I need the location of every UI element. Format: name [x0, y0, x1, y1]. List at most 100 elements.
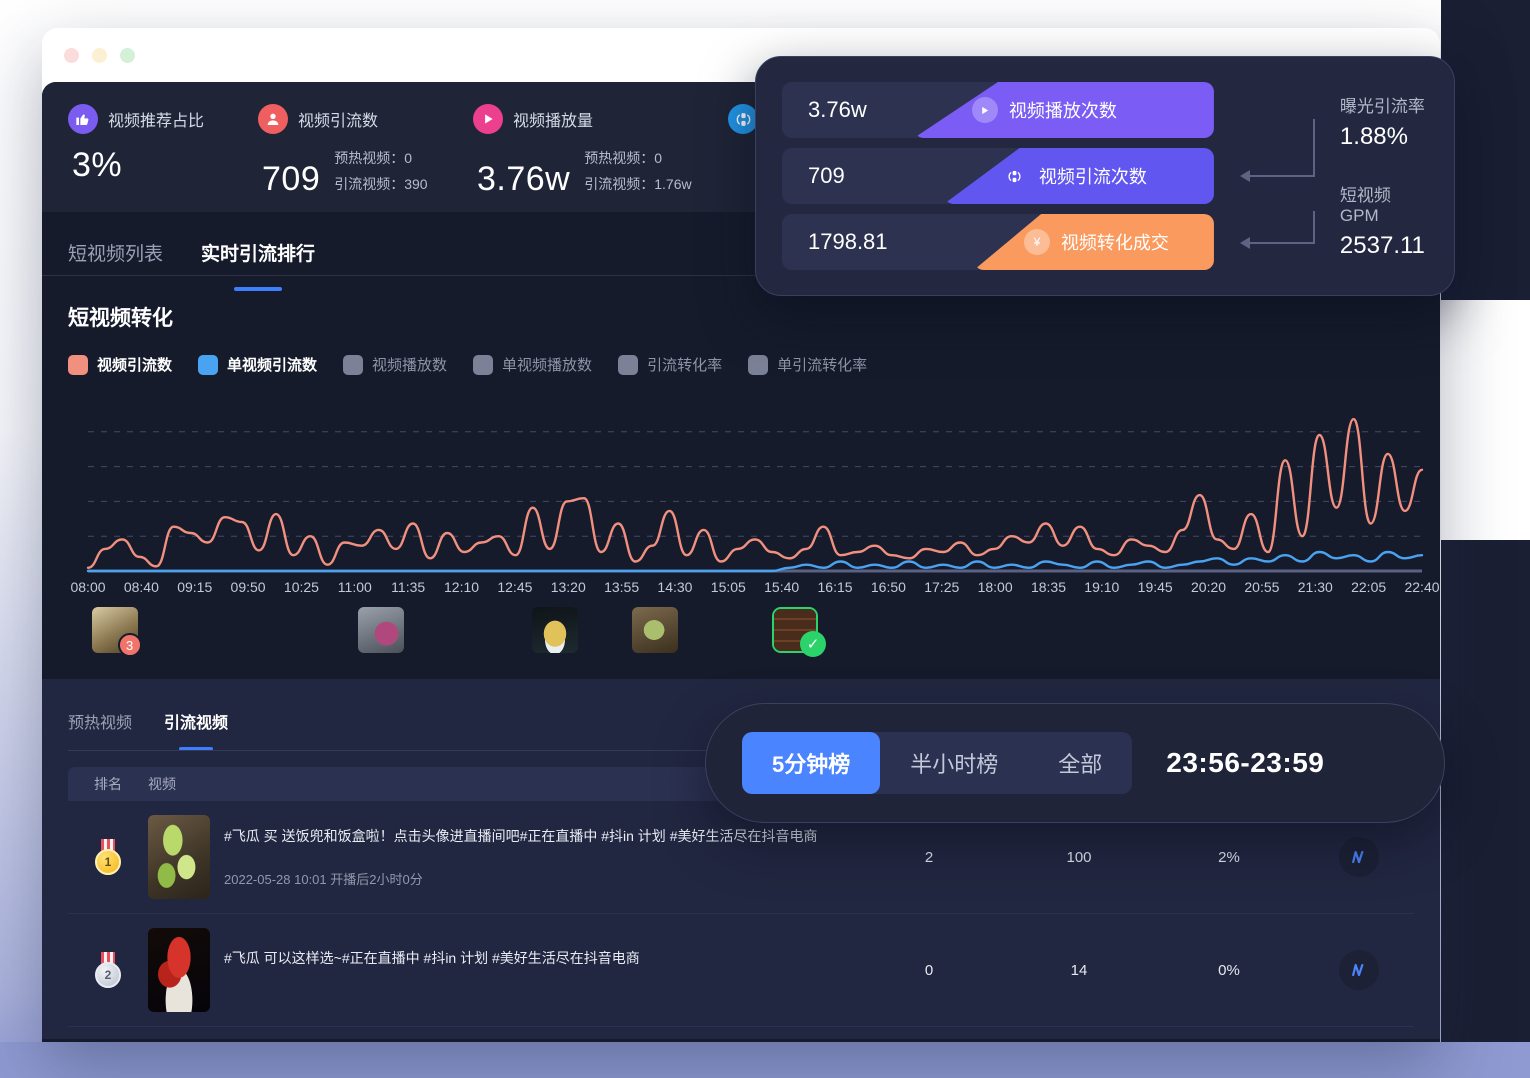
metric-cell-2: 14: [1070, 961, 1088, 979]
funnel-metric-gpm: 短视频GPM 2537.11: [1340, 181, 1428, 260]
video-thumbnail-cell[interactable]: [148, 928, 224, 1012]
legend-item-4[interactable]: 引流转化率: [618, 354, 722, 375]
timeline-marker[interactable]: [631, 607, 678, 653]
legend-label: 视频引流数: [97, 357, 173, 374]
kpi-sub-label: 引流视频：: [584, 176, 655, 192]
funnel-tag: 视频播放次数: [913, 82, 1214, 138]
range-segmented-control: 5分钟榜 半小时榜 全部: [742, 732, 1133, 794]
rank-number: 1: [95, 849, 121, 875]
legend-item-0[interactable]: 视频引流数: [68, 354, 172, 375]
window-maximize-dot[interactable]: [120, 47, 135, 63]
kpi-title: 视频引流数: [298, 113, 379, 130]
funnel-rows: 3.76w 视频播放次数 709 视频引流次数 1798.81 ¥ 视频转化成交: [782, 82, 1214, 270]
x-axis-tick: 13:20: [550, 579, 586, 595]
metric-cell-3: 2%: [1218, 848, 1240, 866]
x-axis-tick: 08:00: [70, 579, 106, 595]
x-axis-tick: 16:15: [817, 579, 853, 595]
funnel-row-gmv[interactable]: 1798.81 ¥ 视频转化成交: [782, 214, 1214, 270]
timeline-marker[interactable]: [531, 607, 578, 653]
video-thumbnail[interactable]: [148, 928, 210, 1012]
page-bottom-bar: [0, 1042, 1530, 1078]
legend-item-5[interactable]: 单引流转化率: [748, 354, 867, 375]
trend-icon[interactable]: [1339, 837, 1379, 877]
x-axis-tick: 12:10: [443, 579, 480, 595]
legend-swatch: [618, 354, 639, 375]
time-range-overlay-pill: 5分钟榜 半小时榜 全部 23:56-23:59: [705, 703, 1445, 823]
legend-label: 单视频播放数: [502, 357, 593, 374]
x-axis-tick: 14:30: [657, 579, 693, 595]
funnel-value: 1798.81: [808, 229, 888, 254]
medal-silver-icon: 2: [95, 952, 121, 988]
range-option-5min[interactable]: 5分钟榜: [742, 732, 881, 794]
table-header-rank: 排名: [94, 776, 122, 792]
kpi-sub-value: 0: [404, 150, 413, 166]
funnel-metrics: 曝光引流率 1.88% 短视频GPM 2537.11: [1334, 92, 1428, 260]
legend-item-3[interactable]: 单视频播放数: [473, 354, 592, 375]
funnel-label: 视频播放次数: [1008, 101, 1117, 121]
kpi-value: 3.76w: [477, 160, 571, 198]
kpi-card-video-traffic[interactable]: 视频引流数 709 预热视频：0 引流视频：390: [232, 104, 447, 196]
x-axis-tick: 09:50: [230, 579, 266, 595]
kpi-card-recommend-ratio[interactable]: 视频推荐占比 3%: [42, 104, 232, 182]
table-row[interactable]: 2 #飞瓜 可以这样选~#正在直播中 #抖in 计划 #美好生活尽在抖音电商 0…: [68, 914, 1414, 1027]
tab-short-video-list[interactable]: 短视频列表: [68, 239, 163, 276]
timeline-marker[interactable]: [358, 607, 405, 653]
x-axis-tick: 21:30: [1297, 579, 1333, 595]
time-range-label: 23:56-23:59: [1166, 747, 1325, 778]
kpi-title: 视频播放量: [513, 113, 594, 130]
funnel-row-plays[interactable]: 3.76w 视频播放次数: [782, 82, 1214, 138]
medal-gold-icon: 1: [95, 839, 121, 875]
rank-number: 2: [95, 962, 121, 988]
kpi-card-video-plays[interactable]: 视频播放量 3.76w 预热视频：0 引流视频：1.76w: [447, 104, 702, 196]
video-thumbnail[interactable]: [148, 815, 210, 899]
funnel-value: 709: [808, 163, 845, 188]
kpi-value: 3%: [72, 146, 123, 184]
kpi-sub-values: 预热视频：0 引流视频：1.76w: [584, 148, 691, 196]
kpi-title: 视频推荐占比: [108, 113, 205, 130]
play-icon: [473, 104, 503, 134]
x-axis-tick: 11:00: [337, 579, 372, 595]
kpi-sub-label: 预热视频：: [334, 150, 405, 166]
timeline-marker-count-badge: 3: [117, 633, 142, 657]
x-axis-tick: 11:35: [391, 579, 426, 595]
funnel-metric-label: 短视频GPM: [1339, 186, 1391, 225]
range-option-all[interactable]: 全部: [1028, 732, 1132, 794]
legend-item-1[interactable]: 单视频引流数: [198, 354, 317, 375]
chart-plot-area[interactable]: [42, 389, 1440, 579]
subtab-warmup-videos[interactable]: 预热视频: [68, 709, 132, 741]
window-minimize-dot[interactable]: [92, 47, 107, 63]
page-left-gradient: [0, 0, 42, 1078]
rank-cell: 2: [68, 952, 148, 988]
user-icon: [258, 104, 288, 134]
window-close-dot[interactable]: [64, 47, 79, 63]
subtab-traffic-videos[interactable]: 引流视频: [164, 709, 228, 741]
funnel-overlay-card: 3.76w 视频播放次数 709 视频引流次数 1798.81 ¥ 视频转化成交…: [755, 56, 1455, 296]
yuan-icon: ¥: [1023, 229, 1050, 255]
page-right-slab-bottom: [1441, 540, 1530, 1078]
funnel-tag: 视频引流次数: [943, 148, 1214, 204]
x-axis-tick: 18:35: [1030, 579, 1066, 595]
funnel-connector-lines: [1239, 119, 1315, 249]
trend-icon[interactable]: [1339, 950, 1379, 990]
legend-swatch: [748, 354, 769, 375]
timeline-marker-thumbnail: [531, 607, 578, 653]
kpi-sub-label: 引流视频：: [334, 176, 405, 192]
tab-realtime-traffic-ranking[interactable]: 实时引流排行: [201, 239, 315, 276]
chart-title: 短视频转化: [68, 307, 173, 330]
video-thumbnail-cell[interactable]: [148, 815, 224, 899]
funnel-metric-value: 1.88%: [1339, 123, 1408, 150]
legend-item-2[interactable]: 视频播放数: [343, 354, 447, 375]
rank-cell: 1: [68, 839, 148, 875]
video-meta: 2022-05-28 10:01 开播后2小时0分: [224, 872, 423, 888]
timeline-marker-thumbnail: [631, 607, 678, 653]
range-option-30min[interactable]: 半小时榜: [880, 732, 1028, 794]
funnel-row-traffic[interactable]: 709 视频引流次数: [782, 148, 1214, 204]
x-axis-tick: 18:00: [977, 579, 1013, 595]
page-right-white-strip: [1441, 300, 1530, 540]
x-axis-tick: 15:05: [710, 579, 746, 595]
conversion-icon: [728, 104, 758, 134]
video-info-cell: #飞瓜 可以这样选~#正在直播中 #抖in 计划 #美好生活尽在抖音电商: [224, 948, 854, 992]
legend-swatch: [343, 354, 364, 375]
table-header-video: 视频: [148, 776, 176, 792]
chart-legend: 视频引流数 单视频引流数 视频播放数 单视频播放数 引流转化率 单引流转化率: [68, 354, 1440, 375]
